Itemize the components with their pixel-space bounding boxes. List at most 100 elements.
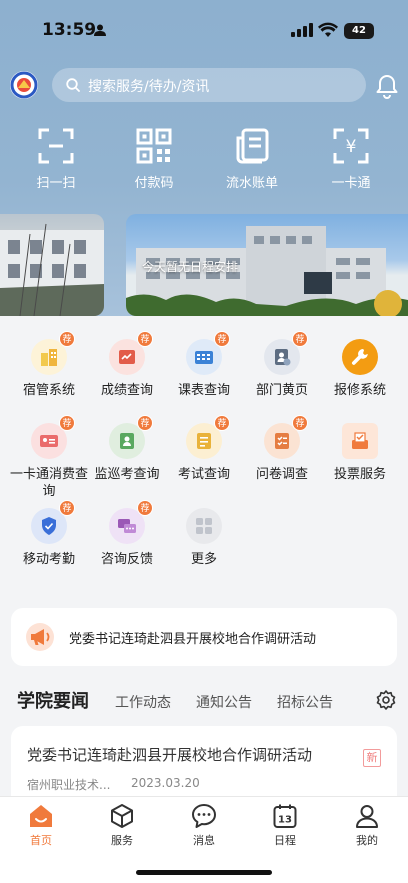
card-icon: ¥ [333, 128, 369, 164]
tabbar-messages[interactable]: 消息 [174, 803, 234, 848]
app-label: 投票服务 [333, 467, 386, 482]
banner-schedule-text: 今天暂无日程安排 [142, 260, 239, 274]
app-label: 监巡考查询 [94, 467, 160, 482]
vote-icon [352, 432, 368, 449]
tab-college-news[interactable]: 学院要闻 [17, 687, 89, 713]
megaphone-icon [26, 623, 54, 651]
quick-action-label: 一卡通 [331, 176, 371, 191]
app-icon-bg [342, 339, 378, 375]
svg-text:¥: ¥ [346, 137, 357, 157]
quick-action-label: 付款码 [134, 176, 174, 191]
feedback-icon [118, 519, 136, 533]
more-grid-icon [196, 518, 212, 534]
tabbar-label: 服务 [111, 834, 133, 847]
exam-monitor-icon [120, 433, 134, 449]
recommend-badge: 荐 [292, 331, 308, 347]
app-grade-query[interactable]: 荐 成绩查询 [87, 331, 167, 399]
app-icon-bg: 荐 [109, 331, 153, 375]
app-icon-bg: 荐 [109, 415, 153, 459]
exam-icon [197, 433, 211, 449]
app-survey[interactable]: 荐 问卷调查 [242, 415, 322, 483]
quick-action-scan[interactable]: 扫一扫 [16, 128, 96, 191]
tabbar-home[interactable]: 首页 [11, 803, 71, 848]
person-icon [94, 24, 106, 36]
battery-indicator: 42 [344, 23, 374, 39]
phonebook-icon [275, 349, 291, 366]
new-tag: 新 [363, 749, 381, 767]
home-icon [30, 805, 52, 827]
recommend-badge: 荐 [292, 415, 308, 431]
app-icon-bg: 荐 [31, 500, 75, 544]
app-more[interactable]: 更多 [164, 508, 244, 568]
attendance-icon [42, 517, 56, 535]
app-label: 成绩查询 [100, 383, 153, 398]
quick-action-pay-code[interactable]: 付款码 [114, 128, 194, 191]
app-label: 宿管系统 [22, 383, 75, 398]
gear-icon[interactable] [376, 690, 396, 710]
app-exam-monitor-query[interactable]: 荐 监巡考查询 [87, 415, 167, 483]
app-label: 问卷调查 [255, 467, 308, 482]
tabbar-service[interactable]: 服务 [92, 803, 152, 848]
app-exam-query[interactable]: 荐 考试查询 [164, 415, 244, 483]
grade-icon [119, 350, 135, 364]
app-department-directory[interactable]: 荐 部门黄页 [242, 331, 322, 399]
card-consume-icon [40, 435, 58, 447]
message-icon [192, 804, 216, 828]
bill-icon [236, 128, 269, 164]
app-label: 更多 [190, 552, 217, 567]
profile-icon [356, 805, 378, 828]
app-timetable-query[interactable]: 荐 课表查询 [164, 331, 244, 399]
notice-card[interactable]: 党委书记连琦赴泗县开展校地合作调研活动 [11, 608, 397, 666]
news-title: 党委书记连琦赴泗县开展校地合作调研活动 [27, 746, 313, 764]
app-icon-bg [342, 423, 378, 459]
recommend-badge: 荐 [137, 331, 153, 347]
app-icon-bg [186, 508, 222, 544]
recommend-badge: 荐 [59, 415, 75, 431]
tabbar-label: 日程 [274, 834, 296, 847]
cellular-signal-icon [291, 23, 313, 37]
news-source: 宿州职业技术... [27, 778, 111, 792]
app-consult-feedback[interactable]: 荐 咨询反馈 [87, 500, 167, 568]
home-indicator [136, 870, 272, 875]
bell-icon[interactable] [375, 73, 399, 99]
app-mobile-attendance[interactable]: 荐 移动考勤 [9, 500, 89, 568]
search-input[interactable]: 搜索服务/待办/资讯 [52, 68, 366, 102]
app-card-consume-query[interactable]: 荐 一卡通消费查询 [9, 415, 89, 500]
app-label: 移动考勤 [22, 552, 75, 567]
app-icon-bg: 荐 [109, 500, 153, 544]
banner-side-image[interactable] [0, 214, 104, 316]
recommend-badge: 荐 [59, 331, 75, 347]
tabbar-profile[interactable]: 我的 [337, 803, 397, 848]
app-icon-bg: 荐 [186, 331, 230, 375]
app-label: 部门黄页 [255, 383, 308, 398]
tabbar-label: 首页 [30, 834, 52, 847]
recommend-badge: 荐 [214, 415, 230, 431]
notice-text: 党委书记连琦赴泗县开展校地合作调研活动 [69, 632, 317, 647]
quick-action-bill[interactable]: 流水账单 [212, 128, 292, 191]
tab-announcements[interactable]: 通知公告 [196, 692, 252, 712]
app-vote-service[interactable]: 投票服务 [320, 423, 400, 483]
search-icon [66, 78, 80, 92]
tab-work-updates[interactable]: 工作动态 [115, 692, 171, 712]
app-icon-bg: 荐 [186, 415, 230, 459]
news-item[interactable]: 党委书记连琦赴泗县开展校地合作调研活动 新 宿州职业技术... 2023.03.… [11, 726, 397, 796]
building-icon [41, 349, 57, 366]
app-repair-system[interactable]: 报修系统 [320, 339, 400, 399]
app-label: 课表查询 [177, 383, 230, 398]
school-logo-icon [10, 71, 38, 99]
quick-action-card[interactable]: ¥ 一卡通 [311, 128, 391, 191]
app-label: 报修系统 [333, 383, 386, 398]
quick-action-label: 流水账单 [225, 176, 278, 191]
school-logo[interactable] [10, 71, 38, 99]
wifi-icon [318, 22, 338, 37]
news-tabs: 学院要闻 工作动态 通知公告 招标公告 [0, 686, 408, 716]
app-dorm-system[interactable]: 荐 宿管系统 [9, 331, 89, 399]
news-date: 2023.03.20 [131, 776, 200, 790]
tab-tender-notices[interactable]: 招标公告 [277, 692, 333, 712]
tabbar-schedule[interactable]: 13 日程 [255, 803, 315, 848]
banner-main-image[interactable]: 今天暂无日程安排 [126, 214, 408, 316]
recommend-badge: 荐 [137, 500, 153, 516]
scan-icon [38, 128, 74, 164]
timetable-icon [195, 351, 213, 364]
status-time: 13:59 [42, 20, 97, 40]
